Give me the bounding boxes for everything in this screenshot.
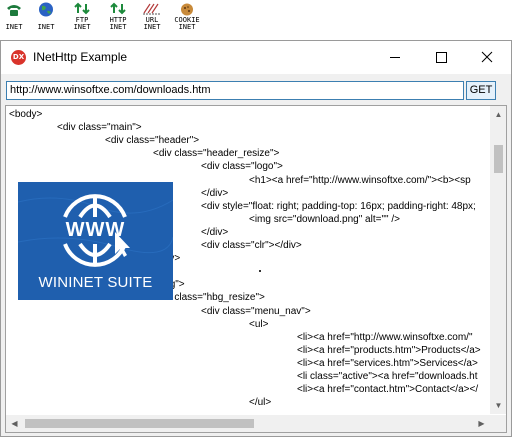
code-line: <li><a href="products.htm">Products</a> xyxy=(297,344,481,356)
get-button[interactable]: GET xyxy=(466,81,496,100)
component-label: INET xyxy=(37,23,55,31)
code-line: <div class="logo"> xyxy=(201,161,283,173)
minimize-icon xyxy=(390,57,400,58)
vertical-scroll-thumb[interactable] xyxy=(494,145,503,173)
code-line: <li><a href="services.htm">Services</a> xyxy=(297,357,478,369)
horizontal-scroll-thumb[interactable] xyxy=(25,419,254,428)
code-line: <div class="main"> xyxy=(57,122,142,134)
scroll-right-icon[interactable]: ▶ xyxy=(473,415,490,432)
splash-caption: WININET SUITE xyxy=(38,274,153,291)
code-line: <div class="header_resize"> xyxy=(153,148,280,160)
inet-ftp-component[interactable]: FTP INET xyxy=(68,2,96,32)
code-line: <div style="float: right; padding-top: 1… xyxy=(201,200,476,212)
inet-cookie-component[interactable]: COOKIE INET xyxy=(173,2,201,32)
close-button[interactable] xyxy=(464,41,510,74)
component-label: COOKIE INET xyxy=(174,16,200,31)
scroll-up-icon[interactable]: ▲ xyxy=(490,106,506,123)
code-line: <body> xyxy=(9,109,43,120)
phone-icon xyxy=(7,5,21,16)
cookie-icon xyxy=(181,3,193,16)
component-label: FTP INET xyxy=(73,16,91,31)
http-icon xyxy=(110,2,126,15)
url-input[interactable]: http://www.winsoftxe.com/downloads.htm xyxy=(6,81,464,100)
inet-http-component[interactable]: HTTP INET xyxy=(104,2,132,32)
code-line: <div class="clr"></div> xyxy=(201,240,302,251)
component-toolbar: INET INET FTP INET HTTP INET URL INET CO… xyxy=(0,0,512,34)
code-line: </div> xyxy=(201,226,229,238)
code-line: <ul> xyxy=(249,318,269,330)
scroll-down-icon[interactable]: ▼ xyxy=(490,397,506,414)
code-line: <h1><a href="http://www.winsoftxe.com/">… xyxy=(249,174,471,186)
horizontal-scrollbar[interactable]: ◀ ▶ xyxy=(6,415,490,432)
window-title: INetHttp Example xyxy=(33,50,128,64)
inet-url-component[interactable]: URL INET xyxy=(138,2,166,32)
code-line: </ul> xyxy=(249,397,272,409)
component-label: URL INET xyxy=(143,16,161,31)
code-line: <img src="download.png" alt="" /> xyxy=(249,213,400,225)
code-line: <li><a href="http://www.winsoftxe.com/" xyxy=(297,331,473,343)
maximize-icon xyxy=(436,52,447,63)
code-line: <div class="header"> xyxy=(105,135,200,147)
scroll-corner xyxy=(490,415,506,432)
code-line: <li class="active"><a href="downloads.ht xyxy=(297,371,478,382)
globe-icon xyxy=(39,2,53,17)
app-icon: DX xyxy=(11,50,26,65)
title-bar[interactable]: DX INetHttp Example xyxy=(1,41,511,74)
code-line: </div> xyxy=(201,187,229,199)
inet-globe-component[interactable]: INET xyxy=(32,2,60,32)
vertical-scrollbar[interactable]: ▲ ▼ xyxy=(490,106,506,414)
stray-dot xyxy=(259,270,261,272)
splash-logo-text: WWW xyxy=(65,219,126,241)
maximize-button[interactable] xyxy=(418,41,464,74)
ftp-icon xyxy=(74,2,90,15)
scroll-left-icon[interactable]: ◀ xyxy=(6,415,23,432)
code-line: <li><a href="contact.htm">Contact</a></ xyxy=(297,384,479,396)
wininet-suite-splash: WWW WININET SUITE xyxy=(18,182,173,300)
close-icon xyxy=(481,51,493,63)
code-line: <div class="menu_nav"> xyxy=(201,305,311,317)
component-label: HTTP INET xyxy=(109,16,127,31)
url-icon xyxy=(143,3,161,15)
inet-phone-component[interactable]: INET xyxy=(0,2,28,32)
minimize-button[interactable] xyxy=(372,41,418,74)
